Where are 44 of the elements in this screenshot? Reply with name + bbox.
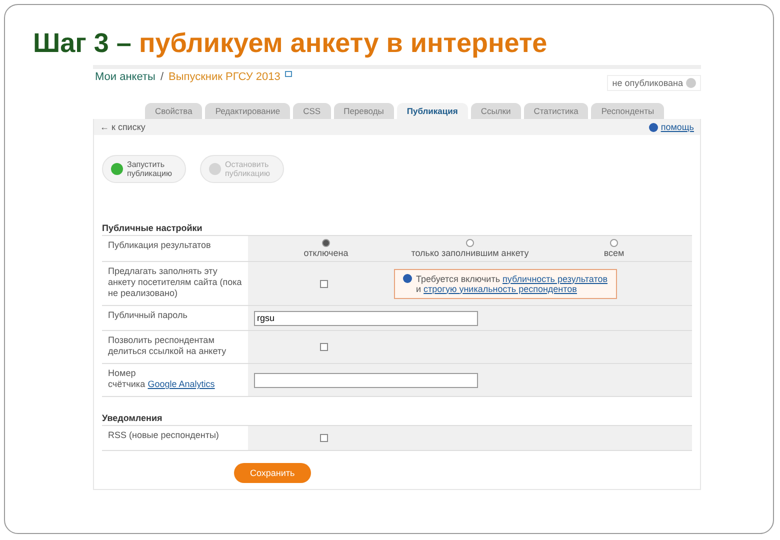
field-label: Номер счётчика Google Analytics bbox=[107, 367, 216, 391]
radio-button[interactable] bbox=[466, 239, 474, 247]
section-title: Публичные настройки bbox=[101, 222, 204, 235]
field-label: Публичный пароль bbox=[107, 309, 188, 322]
checkbox[interactable] bbox=[320, 343, 328, 351]
breadcrumb-link[interactable]: Мои анкеты bbox=[95, 71, 156, 83]
tab[interactable]: Редактирование bbox=[205, 103, 290, 119]
field-label: Позволить респондентам делиться ссылкой на анкету bbox=[107, 334, 228, 358]
radio-button[interactable] bbox=[322, 239, 330, 247]
settings-link[interactable]: публичность результатов bbox=[502, 274, 608, 284]
tab[interactable]: Публикация bbox=[396, 103, 468, 119]
circle-icon bbox=[209, 163, 221, 175]
tab[interactable]: Статистика bbox=[524, 103, 588, 119]
settings-link[interactable]: строгую уникальность респондентов bbox=[424, 284, 577, 294]
analytics-link[interactable]: Google Analytics bbox=[148, 379, 215, 389]
checkbox[interactable] bbox=[320, 434, 328, 442]
publication-button[interactable]: Запустить публикацию bbox=[102, 155, 186, 183]
tab[interactable]: Свойства bbox=[145, 103, 202, 119]
section-title: Уведомления bbox=[101, 412, 164, 425]
field-label: RSS (новые респонденты) bbox=[107, 429, 220, 442]
info-icon bbox=[403, 274, 412, 282]
slide-title: Шаг 3 – публикуем анкету в интернете bbox=[33, 27, 548, 59]
circle-icon bbox=[111, 163, 123, 175]
field-label: Предлагать заполнять эту анкету посетителям сайта (пока не реализовано) bbox=[107, 265, 243, 300]
edit-icon[interactable] bbox=[285, 71, 292, 78]
tab[interactable]: Ссылки bbox=[470, 103, 521, 119]
tab[interactable]: Респонденты bbox=[591, 103, 664, 119]
radio-button[interactable] bbox=[610, 239, 618, 247]
back-link[interactable]: ← к списку bbox=[100, 122, 146, 132]
status-label: не опубликована bbox=[612, 78, 683, 88]
help-icon bbox=[648, 122, 658, 132]
radio-label: всем bbox=[604, 248, 624, 258]
tab[interactable]: Переводы bbox=[334, 103, 394, 119]
help-link[interactable]: помощь bbox=[660, 122, 694, 132]
field-label: Публикация результатов bbox=[107, 239, 212, 252]
notice-text: Требуется включить публичность результатов и строгую уникальность респондентов bbox=[416, 274, 608, 294]
input-field[interactable] bbox=[254, 372, 478, 388]
survey-title: Выпускник РГСУ 2013 bbox=[168, 71, 280, 83]
checkbox[interactable] bbox=[320, 280, 328, 288]
breadcrumb-separator: / bbox=[160, 71, 164, 83]
tab[interactable]: CSS bbox=[293, 103, 331, 119]
input-field[interactable]: rgsu bbox=[254, 310, 478, 326]
radio-label: только заполнившим анкету bbox=[411, 248, 529, 258]
radio-label: отключена bbox=[304, 248, 348, 258]
